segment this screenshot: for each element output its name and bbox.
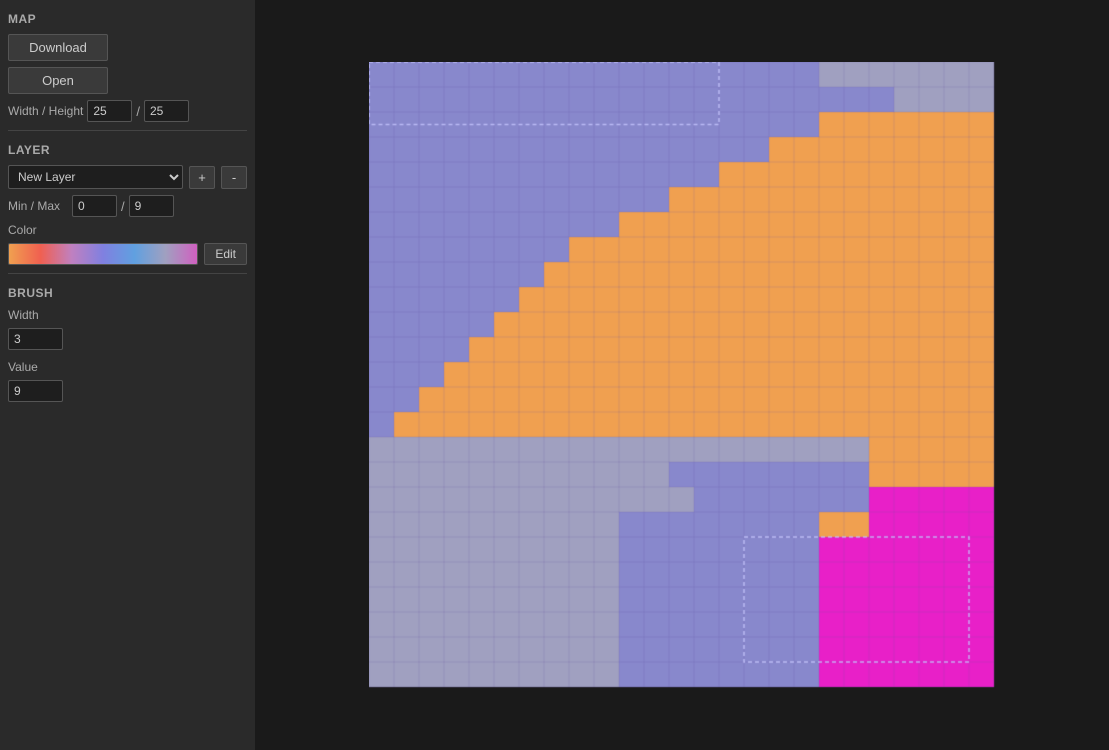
height-input[interactable] (144, 100, 189, 122)
color-label: Color (8, 223, 68, 237)
brush-section-header: BRUSH (8, 282, 247, 302)
max-input[interactable] (129, 195, 174, 217)
width-height-label: Width / Height (8, 104, 83, 118)
brush-width-label: Width (8, 308, 68, 322)
edit-color-button[interactable]: Edit (204, 243, 247, 265)
map-section-header: MAP (8, 8, 247, 28)
brush-value-input[interactable] (8, 380, 63, 402)
add-layer-button[interactable]: + (189, 166, 215, 189)
min-input[interactable] (72, 195, 117, 217)
remove-layer-button[interactable]: - (221, 166, 247, 189)
layer-select[interactable]: New Layer (8, 165, 183, 189)
layer-section-header: LAYER (8, 139, 247, 159)
slash-separator: / (136, 104, 140, 119)
color-gradient-bar[interactable] (8, 243, 198, 265)
download-button[interactable]: Download (8, 34, 108, 61)
canvas-area[interactable] (255, 0, 1109, 750)
width-input[interactable] (87, 100, 132, 122)
sidebar: MAP Download Open Width / Height / LAYER… (0, 0, 255, 750)
map-canvas[interactable] (369, 62, 995, 688)
brush-width-input[interactable] (8, 328, 63, 350)
open-button[interactable]: Open (8, 67, 108, 94)
value-label: Value (8, 360, 68, 374)
min-max-label: Min / Max (8, 199, 68, 213)
slash-separator2: / (121, 199, 125, 214)
